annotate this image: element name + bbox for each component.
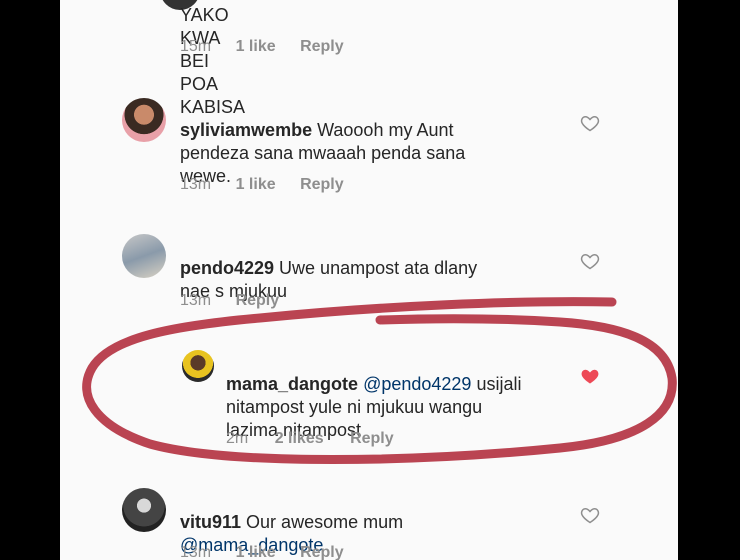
reply-button[interactable]: Reply [300, 38, 344, 56]
comment-text: syliviamwembe Waoooh my Aunt pendeza sana… [180, 96, 600, 188]
comment-meta: 2m 2 likes Reply [226, 430, 394, 448]
comment-time: 15m [180, 38, 212, 55]
comment-time: 13m [180, 544, 212, 560]
comment-body-line1: Our awesome mum [241, 512, 404, 532]
likes-count[interactable]: 1 like [236, 544, 276, 560]
reply-button[interactable]: Reply [236, 292, 280, 310]
comment-meta: 13m 1 like Reply [180, 176, 344, 194]
likes-count[interactable]: 1 like [236, 38, 276, 56]
comment-meta: 13m Reply [180, 292, 279, 310]
comments-panel: YAKO KWA BEI POA KABISA 15m 1 like Reply… [60, 0, 678, 560]
comment-body-line1: usijali [471, 374, 522, 394]
comment-body-line1: Uwe unampost ata dlany [274, 258, 478, 278]
avatar[interactable] [182, 350, 214, 382]
comment-meta: 13m 1 like Reply [180, 544, 344, 560]
heart-outline-icon[interactable] [580, 251, 600, 271]
comment-text: mama_dangote @pendo4229 usijali nitampost… [226, 350, 586, 442]
avatar[interactable] [122, 234, 166, 278]
comment-time: 13m [180, 176, 212, 193]
reply-button[interactable]: Reply [300, 544, 344, 560]
avatar[interactable] [122, 98, 166, 142]
reply-button[interactable]: Reply [300, 176, 344, 194]
avatar[interactable] [122, 488, 166, 532]
likes-count[interactable]: 2 likes [275, 430, 324, 448]
comment-username[interactable]: syliviamwembe [180, 120, 312, 140]
comment-username[interactable]: vitu911 [180, 512, 241, 532]
comment-username[interactable]: mama_dangote [226, 374, 358, 394]
comment-time: 2m [226, 430, 249, 447]
heart-filled-icon[interactable] [580, 366, 600, 386]
heart-outline-icon[interactable] [580, 505, 600, 525]
likes-count[interactable]: 1 like [236, 176, 276, 194]
mention-link[interactable]: @pendo4229 [363, 374, 471, 394]
reply-button[interactable]: Reply [350, 430, 394, 448]
comment-username[interactable]: pendo4229 [180, 258, 274, 278]
heart-outline-icon[interactable] [580, 113, 600, 133]
comment-meta: 15m 1 like Reply [180, 38, 344, 56]
comment-time: 13m [180, 292, 212, 309]
comment-body-line1: Waoooh my Aunt [312, 120, 454, 140]
